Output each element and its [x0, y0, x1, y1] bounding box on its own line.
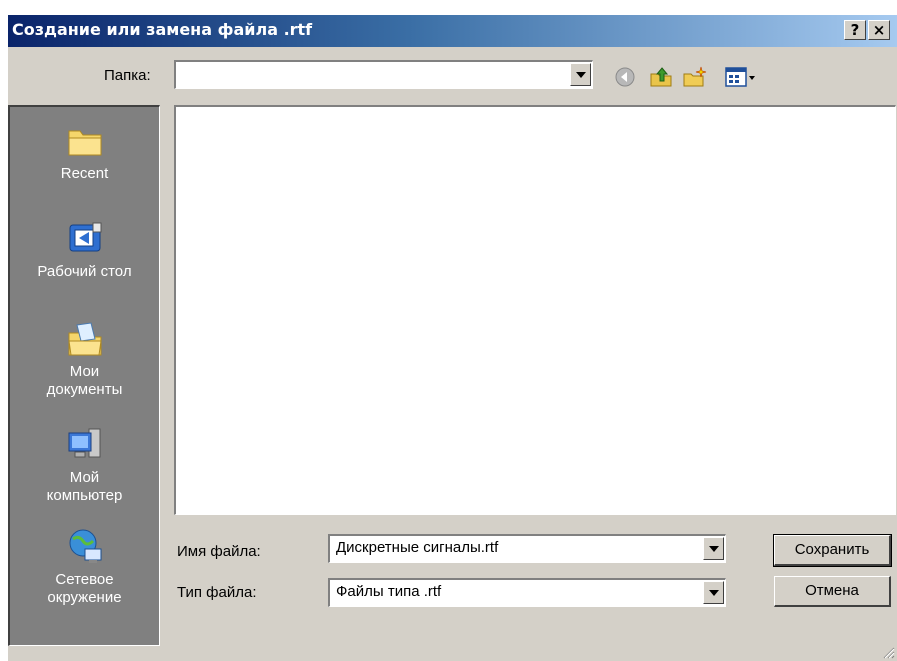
- filename-label: Имя файла:: [177, 543, 261, 560]
- place-label: Мои документы: [46, 363, 123, 398]
- place-recent[interactable]: Recent: [10, 121, 159, 183]
- filename-value: Дискретные сигналы.rtf: [336, 539, 499, 556]
- new-folder-icon[interactable]: [682, 65, 708, 89]
- resize-grip-icon[interactable]: [881, 645, 895, 659]
- back-icon[interactable]: [612, 65, 638, 89]
- place-label: Мой компьютер: [46, 469, 123, 504]
- chevron-down-icon[interactable]: [703, 537, 724, 560]
- my-computer-icon: [68, 428, 100, 458]
- place-label: Сетевое окружение: [47, 571, 122, 606]
- recent-folder-icon: [68, 130, 101, 156]
- look-in-dropdown[interactable]: [174, 60, 593, 89]
- save-dialog: Создание или замена файла .rtf ? × Папка…: [7, 14, 897, 661]
- places-bar: Recent Рабочий стол Мои документы Мой ко…: [8, 105, 160, 646]
- title-bar[interactable]: Создание или замена файла .rtf ? ×: [8, 15, 897, 47]
- filetype-dropdown[interactable]: Файлы типа .rtf: [328, 578, 726, 607]
- chevron-down-icon[interactable]: [703, 581, 724, 604]
- file-list[interactable]: [174, 105, 896, 515]
- close-button[interactable]: ×: [868, 20, 890, 40]
- place-desktop[interactable]: Рабочий стол: [10, 219, 159, 281]
- place-my-documents[interactable]: Мои документы: [10, 319, 159, 399]
- my-documents-icon: [67, 322, 102, 356]
- cancel-button[interactable]: Отмена: [774, 576, 891, 607]
- filetype-label: Тип файла:: [177, 584, 257, 601]
- place-network[interactable]: Сетевое окружение: [10, 527, 159, 607]
- save-button[interactable]: Сохранить: [773, 534, 892, 567]
- chevron-down-icon[interactable]: [570, 63, 591, 86]
- up-folder-icon[interactable]: [648, 65, 674, 89]
- place-my-computer[interactable]: Мой компьютер: [10, 425, 159, 505]
- view-menu-icon[interactable]: [724, 65, 760, 89]
- help-button[interactable]: ?: [844, 20, 866, 40]
- place-label: Рабочий стол: [37, 263, 132, 280]
- network-icon: [69, 529, 101, 563]
- desktop-icon: [69, 222, 101, 252]
- dialog-title: Создание или замена файла .rtf: [12, 20, 313, 39]
- look-in-label: Папка:: [104, 67, 151, 84]
- place-label: Recent: [60, 165, 109, 182]
- filetype-value: Файлы типа .rtf: [336, 583, 442, 600]
- filename-input[interactable]: Дискретные сигналы.rtf: [328, 534, 726, 563]
